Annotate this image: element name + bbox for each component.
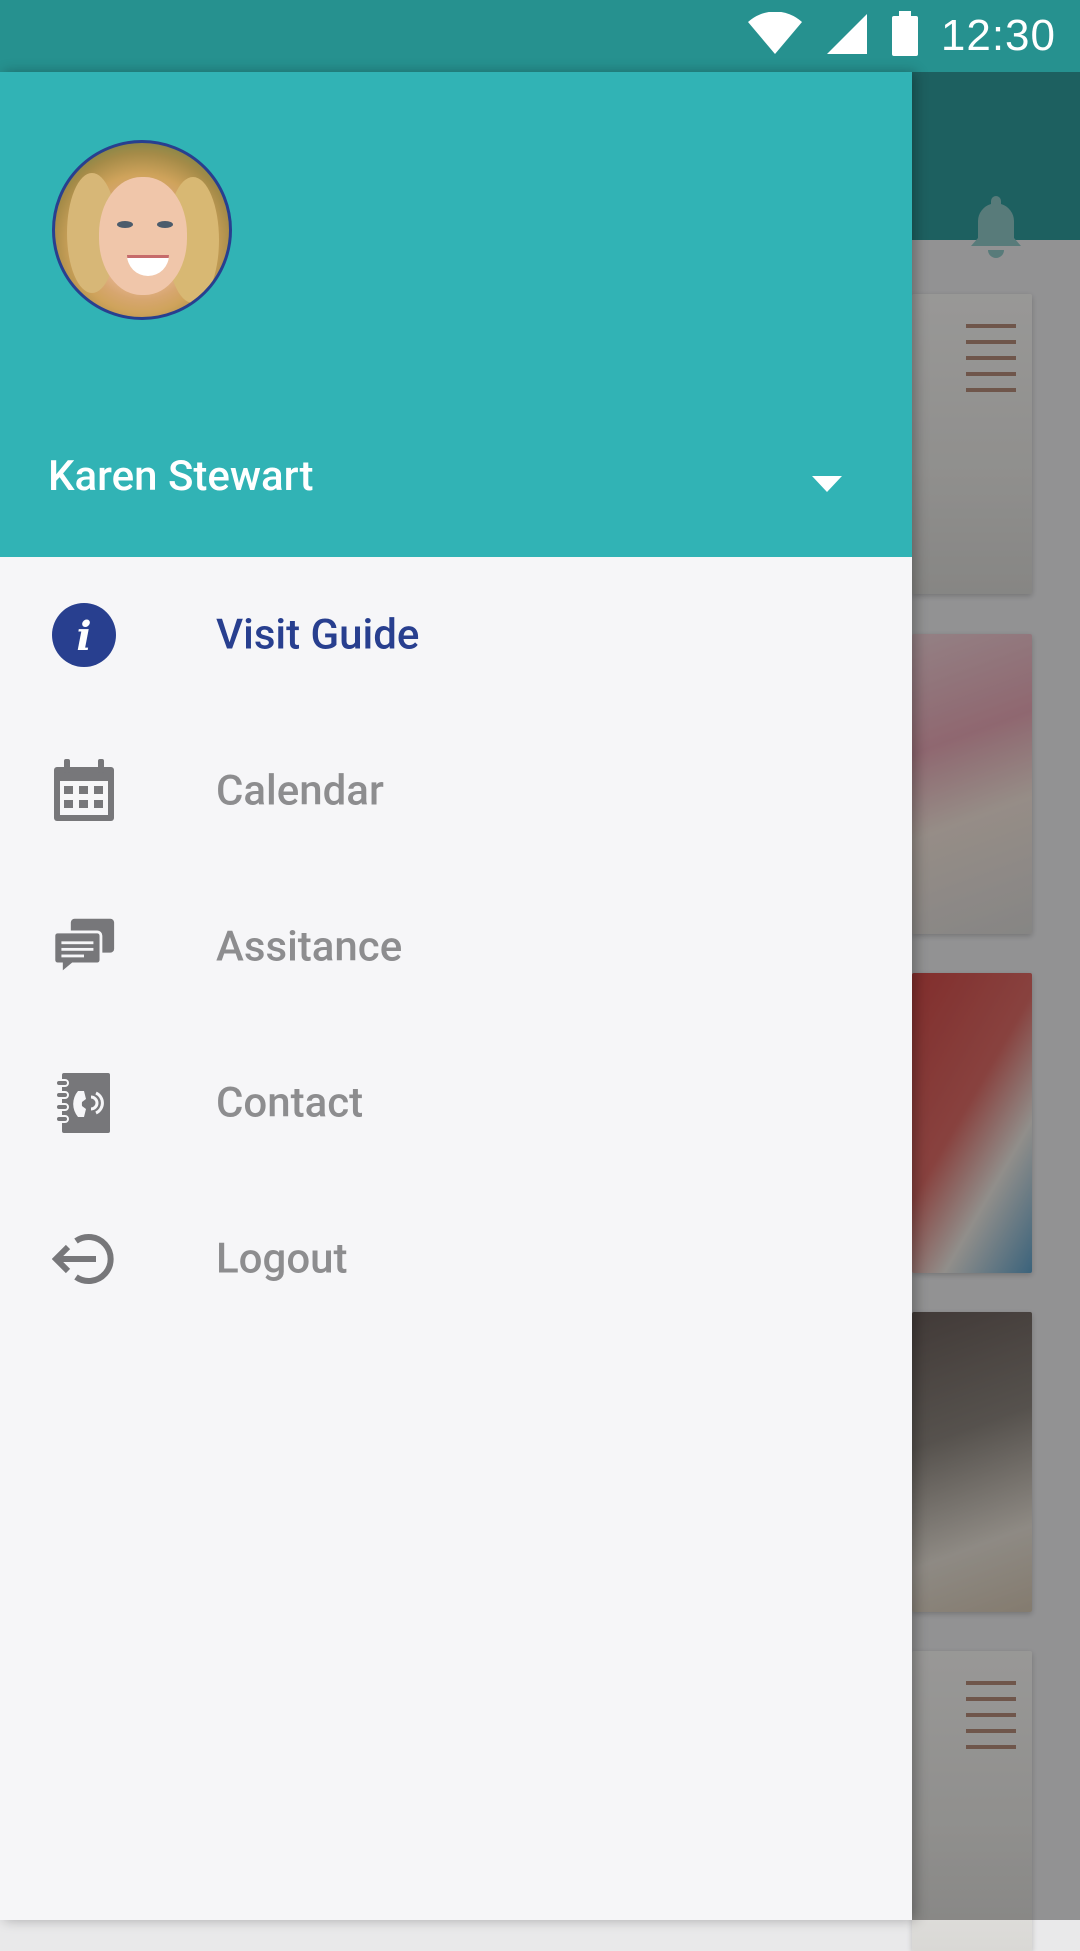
avatar[interactable] bbox=[52, 140, 232, 320]
calendar-icon bbox=[52, 759, 116, 823]
menu-item-label: Assitance bbox=[216, 922, 403, 972]
menu-item-assistance[interactable]: Assitance bbox=[0, 869, 912, 1025]
drawer-menu: i Visit Guide Calendar Assitance Contact… bbox=[0, 557, 912, 1337]
status-time: 12:30 bbox=[940, 11, 1056, 60]
battery-icon bbox=[891, 11, 919, 61]
menu-item-logout[interactable]: Logout bbox=[0, 1181, 912, 1337]
menu-item-label: Contact bbox=[216, 1078, 364, 1128]
menu-item-label: Logout bbox=[216, 1234, 348, 1284]
menu-item-visit-guide[interactable]: i Visit Guide bbox=[0, 557, 912, 713]
status-bar: 12:30 bbox=[0, 0, 1080, 72]
navigation-drawer: Karen Stewart i Visit Guide Calendar Ass… bbox=[0, 72, 912, 1920]
user-name: Karen Stewart bbox=[48, 452, 314, 501]
drawer-header: Karen Stewart bbox=[0, 72, 912, 557]
logout-icon bbox=[52, 1227, 116, 1291]
account-dropdown-icon[interactable] bbox=[812, 474, 842, 494]
chat-icon bbox=[52, 915, 116, 979]
wifi-icon bbox=[747, 11, 803, 60]
menu-item-label: Visit Guide bbox=[216, 610, 420, 660]
menu-item-contact[interactable]: Contact bbox=[0, 1025, 912, 1181]
contact-book-icon bbox=[52, 1071, 116, 1135]
menu-item-label: Calendar bbox=[216, 766, 384, 816]
menu-item-calendar[interactable]: Calendar bbox=[0, 713, 912, 869]
svg-text:i: i bbox=[76, 613, 91, 660]
info-icon: i bbox=[52, 603, 116, 667]
signal-icon bbox=[825, 12, 869, 60]
